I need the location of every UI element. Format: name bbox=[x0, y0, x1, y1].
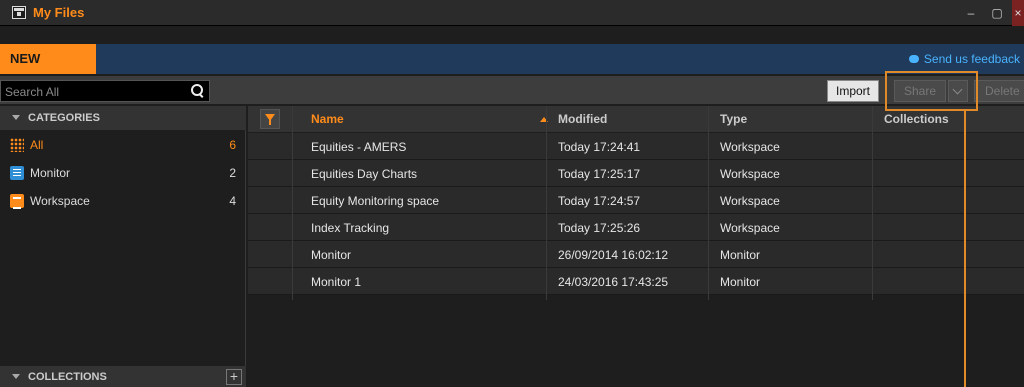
send-feedback-link[interactable]: Send us feedback bbox=[908, 52, 1020, 66]
table-row[interactable]: Index Tracking Today 17:25:26 Workspace bbox=[248, 214, 1024, 241]
feedback-label: Send us feedback bbox=[923, 52, 1020, 66]
monitor-icon bbox=[10, 166, 24, 180]
window-title: My Files bbox=[33, 5, 85, 20]
cell-name: Equities Day Charts bbox=[311, 167, 418, 181]
cell-modified: 24/03/2016 17:43:25 bbox=[558, 275, 669, 289]
category-label: Workspace bbox=[30, 194, 90, 208]
action-bar bbox=[0, 44, 1024, 74]
table-row[interactable]: Monitor 26/09/2014 16:02:12 Monitor bbox=[248, 241, 1024, 268]
cell-name: Monitor bbox=[311, 248, 352, 262]
cell-type: Workspace bbox=[720, 140, 780, 154]
cell-modified: Today 17:24:41 bbox=[558, 140, 641, 154]
title-bar: My Files – ▢ × bbox=[0, 0, 1024, 26]
table-row[interactable]: Equities Day Charts Today 17:25:17 Works… bbox=[248, 160, 1024, 187]
workspace-icon bbox=[10, 194, 24, 209]
cell-type: Workspace bbox=[720, 194, 780, 208]
cell-modified: Today 17:24:57 bbox=[558, 194, 641, 208]
column-divider bbox=[292, 106, 293, 300]
cell-name: Monitor 1 bbox=[311, 275, 362, 289]
cell-type: Monitor bbox=[720, 248, 761, 262]
category-monitor[interactable]: Monitor 2 bbox=[0, 160, 246, 186]
categories-header-label: CATEGORIES bbox=[28, 112, 100, 124]
cell-type: Workspace bbox=[720, 221, 780, 235]
column-divider bbox=[872, 106, 873, 300]
grid-icon bbox=[10, 138, 24, 152]
cell-name: Index Tracking bbox=[311, 221, 390, 235]
cell-name: Equity Monitoring space bbox=[311, 194, 440, 208]
column-divider bbox=[708, 106, 709, 300]
my-files-window: My Files – ▢ × NEW Send us feedback Impo… bbox=[0, 0, 1024, 387]
category-count: 4 bbox=[229, 194, 236, 208]
category-label: All bbox=[30, 138, 44, 152]
sidebar: CATEGORIES All 6 Monitor 2 Workspace 4 C… bbox=[0, 106, 246, 387]
column-header-modified[interactable]: Modified bbox=[558, 112, 607, 126]
collections-header[interactable]: COLLECTIONS bbox=[0, 366, 246, 387]
table-row[interactable]: Equity Monitoring space Today 17:24:57 W… bbox=[248, 187, 1024, 214]
filter-button[interactable] bbox=[260, 109, 280, 129]
annotation-highlight-box bbox=[885, 71, 978, 111]
category-all[interactable]: All 6 bbox=[0, 132, 246, 158]
cell-modified: Today 17:25:26 bbox=[558, 221, 641, 235]
cell-name: Equities - AMERS bbox=[311, 140, 407, 154]
column-header-name[interactable]: Name bbox=[311, 112, 344, 126]
table-row[interactable]: Equities - AMERS Today 17:24:41 Workspac… bbox=[248, 133, 1024, 160]
search-box bbox=[0, 80, 210, 102]
close-button[interactable]: × bbox=[1012, 0, 1024, 26]
maximize-button[interactable]: ▢ bbox=[984, 0, 1010, 26]
minimize-button[interactable]: – bbox=[958, 0, 984, 26]
annotation-pointer-line bbox=[964, 111, 966, 387]
categories-header[interactable]: CATEGORIES bbox=[0, 106, 246, 130]
table-row[interactable]: Monitor 1 24/03/2016 17:43:25 Monitor bbox=[248, 268, 1024, 295]
category-count: 2 bbox=[229, 166, 236, 180]
category-workspace[interactable]: Workspace 4 bbox=[0, 188, 246, 214]
files-table: Name Modified Type Collections Equities … bbox=[248, 106, 1024, 387]
files-icon bbox=[12, 6, 26, 19]
delete-button[interactable]: Delete bbox=[974, 80, 1024, 102]
collapse-triangle-icon bbox=[12, 374, 20, 379]
search-icon[interactable] bbox=[191, 84, 203, 98]
new-button[interactable]: NEW bbox=[0, 44, 96, 74]
collapse-triangle-icon bbox=[12, 115, 20, 120]
collections-header-label: COLLECTIONS bbox=[28, 371, 107, 383]
filter-icon bbox=[265, 114, 275, 125]
cell-modified: Today 17:25:17 bbox=[558, 167, 641, 181]
category-label: Monitor bbox=[30, 166, 71, 180]
category-count: 6 bbox=[229, 138, 236, 152]
cell-modified: 26/09/2014 16:02:12 bbox=[558, 248, 669, 262]
column-divider bbox=[546, 106, 547, 300]
import-button[interactable]: Import bbox=[827, 80, 879, 102]
cell-type: Monitor bbox=[720, 275, 761, 289]
chat-bubble-icon bbox=[908, 54, 919, 63]
column-header-collections[interactable]: Collections bbox=[884, 112, 949, 126]
add-collection-button[interactable]: + bbox=[226, 369, 242, 385]
cell-type: Workspace bbox=[720, 167, 780, 181]
search-input[interactable] bbox=[5, 84, 185, 100]
column-header-type[interactable]: Type bbox=[720, 112, 747, 126]
